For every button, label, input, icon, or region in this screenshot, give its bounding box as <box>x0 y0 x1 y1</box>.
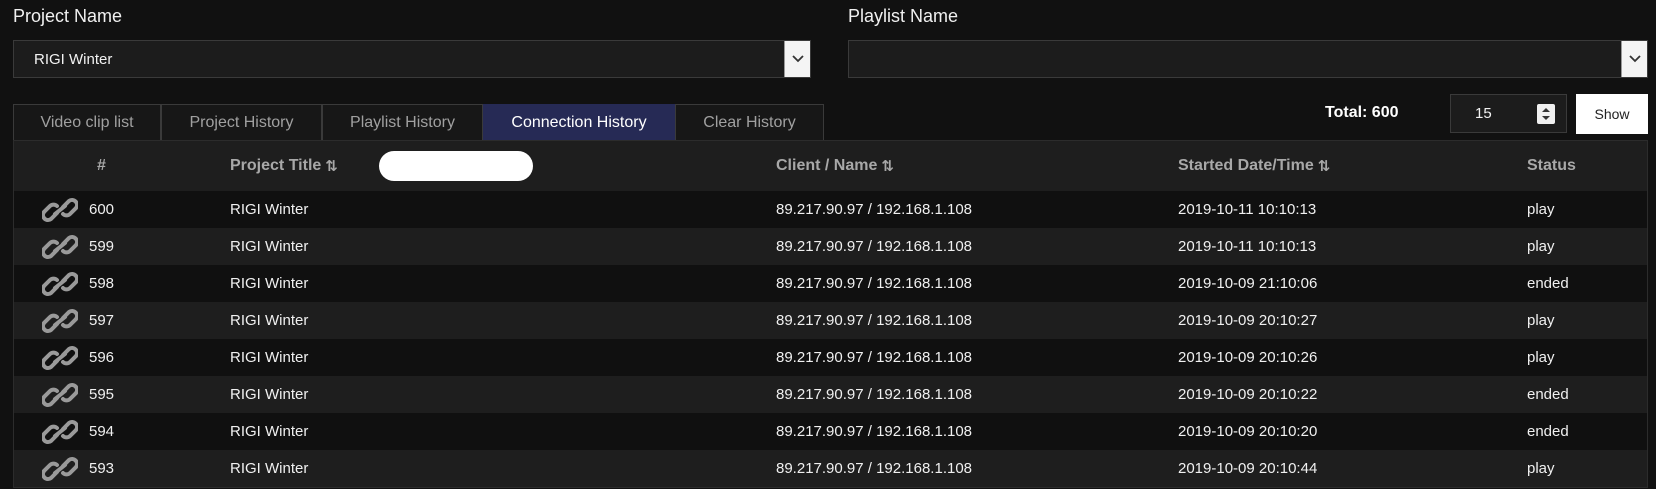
tab-clear-history[interactable]: Clear History <box>675 104 824 140</box>
tab-project-history[interactable]: Project History <box>161 104 322 140</box>
cell-status: ended <box>1527 423 1569 440</box>
chain-link-icon[interactable] <box>42 304 78 338</box>
cell-started-date-time: 2019-10-09 20:10:27 <box>1178 312 1318 329</box>
cell-client-name: 89.217.90.97 / 192.168.1.108 <box>776 201 973 218</box>
chain-link-icon[interactable] <box>42 230 78 264</box>
cell-status: play <box>1527 201 1555 218</box>
cell-status: play <box>1527 349 1555 366</box>
cell-project-title: RIGI Winter <box>230 312 309 329</box>
cell-started-date-time: 2019-10-09 20:10:22 <box>1178 386 1318 403</box>
chain-link-icon[interactable] <box>42 452 78 486</box>
show-button[interactable]: Show <box>1576 94 1648 134</box>
header-project-title[interactable]: Project Title ⇅ <box>230 157 338 175</box>
cell-project-title: RIGI Winter <box>230 201 309 218</box>
cell-project-title: RIGI Winter <box>230 460 309 477</box>
sort-arrows-icon[interactable]: ⇅ <box>325 157 338 175</box>
chain-link-icon[interactable] <box>42 378 78 412</box>
cell-started-date-time: 2019-10-09 21:10:06 <box>1178 275 1318 292</box>
chain-link-icon[interactable] <box>42 415 78 449</box>
cell-started-date-time: 2019-10-09 20:10:26 <box>1178 349 1318 366</box>
cell-started-date-time: 2019-10-09 20:10:44 <box>1178 460 1318 477</box>
playlist-name-select[interactable] <box>848 40 1648 78</box>
cell-number: 599 <box>89 238 115 255</box>
cell-client-name: 89.217.90.97 / 192.168.1.108 <box>776 423 973 440</box>
search-pill[interactable] <box>379 151 533 181</box>
cell-number: 593 <box>89 460 115 477</box>
page-size-stepper[interactable]: 15 <box>1450 94 1567 133</box>
cell-client-name: 89.217.90.97 / 192.168.1.108 <box>776 460 973 477</box>
table-header: # Project Title ⇅ Client / Name ⇅ Starte… <box>14 141 1647 191</box>
cell-started-date-time: 2019-10-09 20:10:20 <box>1178 423 1318 440</box>
cell-number: 597 <box>89 312 115 329</box>
total-count: Total: 600 <box>1325 104 1399 121</box>
header-client-name[interactable]: Client / Name ⇅ <box>776 157 894 175</box>
table-row[interactable]: 596 RIGI Winter 89.217.90.97 / 192.168.1… <box>14 339 1647 376</box>
connection-history-table: # Project Title ⇅ Client / Name ⇅ Starte… <box>13 140 1648 488</box>
sort-arrows-icon[interactable]: ⇅ <box>881 157 894 175</box>
cell-project-title: RIGI Winter <box>230 238 309 255</box>
cell-status: play <box>1527 460 1555 477</box>
header-status: Status <box>1527 157 1576 174</box>
tab-connection-history[interactable]: Connection History <box>483 104 675 140</box>
cell-project-title: RIGI Winter <box>230 423 309 440</box>
cell-project-title: RIGI Winter <box>230 275 309 292</box>
chain-link-icon[interactable] <box>42 193 78 227</box>
table-row[interactable]: 593 RIGI Winter 89.217.90.97 / 192.168.1… <box>14 450 1647 487</box>
page-size-value: 15 <box>1475 105 1492 122</box>
header-number: # <box>97 157 106 174</box>
cell-client-name: 89.217.90.97 / 192.168.1.108 <box>776 349 973 366</box>
cell-started-date-time: 2019-10-11 10:10:13 <box>1178 201 1317 218</box>
chain-link-icon[interactable] <box>42 341 78 375</box>
stepper-arrows-icon[interactable] <box>1537 103 1555 124</box>
cell-status: ended <box>1527 386 1569 403</box>
cell-status: play <box>1527 238 1555 255</box>
cell-client-name: 89.217.90.97 / 192.168.1.108 <box>776 312 973 329</box>
project-name-label: Project Name <box>13 6 123 26</box>
table-row[interactable]: 599 RIGI Winter 89.217.90.97 / 192.168.1… <box>14 228 1647 265</box>
chain-link-icon[interactable] <box>42 267 78 301</box>
cell-project-title: RIGI Winter <box>230 386 309 403</box>
cell-started-date-time: 2019-10-11 10:10:13 <box>1178 238 1317 255</box>
cell-number: 595 <box>89 386 115 403</box>
table-row[interactable]: 600 RIGI Winter 89.217.90.97 / 192.168.1… <box>14 191 1647 228</box>
table-row[interactable]: 597 RIGI Winter 89.217.90.97 / 192.168.1… <box>14 302 1647 339</box>
sort-arrows-icon[interactable]: ⇅ <box>1318 157 1331 175</box>
cell-client-name: 89.217.90.97 / 192.168.1.108 <box>776 386 973 403</box>
table-row[interactable]: 598 RIGI Winter 89.217.90.97 / 192.168.1… <box>14 265 1647 302</box>
playlist-name-label: Playlist Name <box>848 6 959 26</box>
tab-video-clip-list[interactable]: Video clip list <box>13 104 161 140</box>
table-body: 600 RIGI Winter 89.217.90.97 / 192.168.1… <box>14 191 1647 487</box>
cell-status: play <box>1527 312 1555 329</box>
cell-number: 598 <box>89 275 115 292</box>
cell-status: ended <box>1527 275 1569 292</box>
chevron-down-icon[interactable] <box>784 41 810 77</box>
table-row[interactable]: 595 RIGI Winter 89.217.90.97 / 192.168.1… <box>14 376 1647 413</box>
cell-client-name: 89.217.90.97 / 192.168.1.108 <box>776 275 973 292</box>
cell-number: 594 <box>89 423 115 440</box>
cell-project-title: RIGI Winter <box>230 349 309 366</box>
header-started-date-time[interactable]: Started Date/Time ⇅ <box>1178 157 1330 175</box>
project-name-value: RIGI Winter <box>34 50 113 68</box>
table-row[interactable]: 594 RIGI Winter 89.217.90.97 / 192.168.1… <box>14 413 1647 450</box>
chevron-down-icon[interactable] <box>1621 41 1647 77</box>
cell-number: 596 <box>89 349 115 366</box>
history-tabs: Video clip list Project History Playlist… <box>13 104 824 140</box>
cell-number: 600 <box>89 201 115 218</box>
tab-playlist-history[interactable]: Playlist History <box>322 104 483 140</box>
cell-client-name: 89.217.90.97 / 192.168.1.108 <box>776 238 973 255</box>
project-name-select[interactable]: RIGI Winter <box>13 40 811 78</box>
